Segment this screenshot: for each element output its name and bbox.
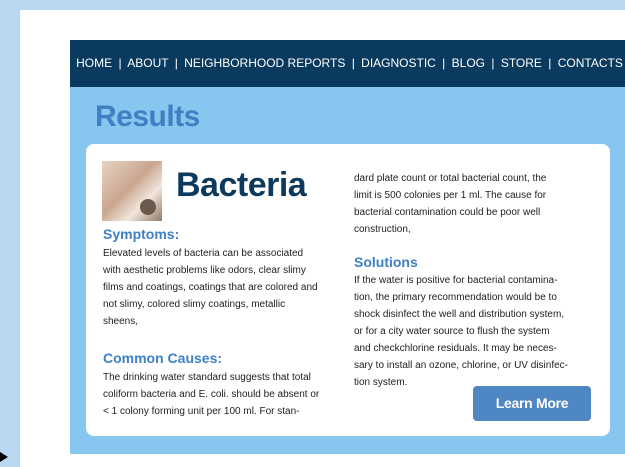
text-line: shock disinfect the well and distributio… <box>354 309 565 320</box>
text-line: bacterial contamination could be poor we… <box>354 207 541 218</box>
symptoms-heading: Symptoms: <box>103 226 180 242</box>
text-line: coliform bacteria and E. coli. should be… <box>103 389 320 400</box>
nav-about[interactable]: ABOUT <box>127 56 168 70</box>
top-navigation: HOME | ABOUT | NEIGHBORHOOD REPORTS | DI… <box>70 40 625 87</box>
solutions-heading: Solutions <box>354 254 418 270</box>
common-causes-continued: dard plate count or total bacterial coun… <box>354 170 599 238</box>
nav-separator: | <box>174 56 178 70</box>
nav-separator: | <box>442 56 446 70</box>
text-line: or for a city water source to flush the … <box>354 326 550 337</box>
nav-home[interactable]: HOME <box>76 56 112 70</box>
text-line: sheens, <box>103 316 139 327</box>
text-line: construction, <box>354 224 411 235</box>
text-line: Elevated levels of bacteria can be assoc… <box>103 248 304 259</box>
text-line: The drinking water standard suggests tha… <box>103 372 311 383</box>
text-line: limit is 500 colonies per 1 ml. The caus… <box>354 190 547 201</box>
text-line: < 1 colony forming unit per 100 ml. For … <box>103 406 300 417</box>
nav-contacts[interactable]: CONTACTS <box>558 56 623 70</box>
mouse-pointer-icon <box>0 452 8 462</box>
symptoms-text: Elevated levels of bacteria can be assoc… <box>103 245 353 330</box>
nav-blog[interactable]: BLOG <box>452 56 485 70</box>
text-line: If the water is positive for bacterial c… <box>354 275 558 286</box>
nav-separator: | <box>351 56 355 70</box>
common-causes-heading: Common Causes: <box>103 350 223 366</box>
common-causes-text: The drinking water standard suggests tha… <box>103 369 353 420</box>
text-line: with aesthetic problems like odors, clea… <box>103 265 306 276</box>
nav-separator: | <box>548 56 552 70</box>
text-line: films and coatings, coatings that are co… <box>103 282 318 293</box>
text-line: tion, the primary recommendation would b… <box>354 292 557 303</box>
text-line: sary to install an ozone, chlorine, or U… <box>354 360 568 371</box>
text-line: and checkchlorine residuals. It may be n… <box>354 343 557 354</box>
nav-separator: | <box>491 56 495 70</box>
bacteria-image <box>102 161 162 221</box>
text-line: not slimy, colored slimy coatings, metal… <box>103 299 286 310</box>
nav-store[interactable]: STORE <box>501 56 542 70</box>
solutions-text: If the water is positive for bacterial c… <box>354 272 602 391</box>
nav-diagnostic[interactable]: DIAGNOSTIC <box>361 56 436 70</box>
nav-neighborhood-reports[interactable]: NEIGHBORHOOD REPORTS <box>184 56 345 70</box>
text-line: dard plate count or total bacterial coun… <box>354 173 547 184</box>
learn-more-button[interactable]: Learn More <box>473 386 591 421</box>
bacteria-card: Bacteria Symptoms: Elevated levels of ba… <box>86 144 610 436</box>
results-panel: HOME | ABOUT | NEIGHBORHOOD REPORTS | DI… <box>70 40 625 454</box>
nav-separator: | <box>118 56 122 70</box>
drain-shape <box>140 199 156 215</box>
page-title: Results <box>95 100 200 133</box>
page-frame: HOME | ABOUT | NEIGHBORHOOD REPORTS | DI… <box>20 10 625 467</box>
card-title: Bacteria <box>176 166 307 204</box>
